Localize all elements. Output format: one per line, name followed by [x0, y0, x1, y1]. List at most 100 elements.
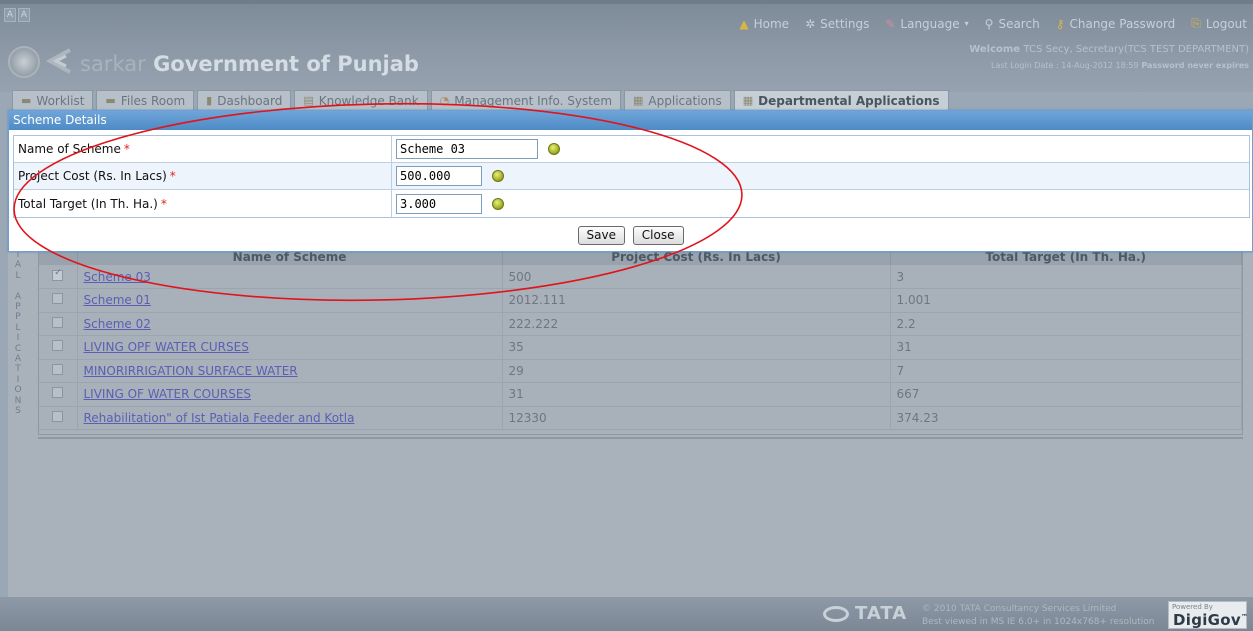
tab-departmental-applications[interactable]: ▦ Departmental Applications — [733, 90, 949, 110]
vertical-letter: P — [15, 312, 21, 323]
font-increase-button[interactable]: A — [18, 8, 30, 22]
scheme-form: Name of Scheme* Project Cost (Rs. In Lac… — [13, 135, 1250, 218]
vertical-letter: L — [15, 270, 21, 281]
tab-worklist[interactable]: ▬ Worklist — [12, 90, 94, 110]
font-decrease-button[interactable]: A — [4, 8, 16, 22]
best-viewed-text: Best viewed in MS IE 6.0+ in 1024x768+ r… — [922, 617, 1155, 627]
search-icon: ⚲ — [984, 16, 994, 31]
total-target-cell: 31 — [890, 335, 1242, 360]
scheme-name-link[interactable]: LIVING OF WATER COURSES — [84, 387, 252, 401]
main-tabs: ▬ Worklist ▬ Files Room ▮ Dashboard ▤ Knowle… — [12, 90, 949, 110]
state-emblem — [8, 46, 40, 78]
help-icon[interactable] — [492, 197, 504, 210]
project-cost-cell: 12330 — [502, 406, 891, 430]
table-row[interactable]: Scheme 02 222.222 2.2 — [39, 312, 1242, 336]
nav-search[interactable]: ⚲ Search — [985, 16, 1040, 31]
scheme-grid: Name of Scheme Project Cost (Rs. In Lacs… — [38, 247, 1243, 435]
tab-worklist-label: Worklist — [36, 93, 85, 108]
form-row-name: Name of Scheme * — [14, 136, 1249, 163]
chart-icon: ◔ — [439, 94, 450, 107]
vertical-letters: IAL APPLICATIONS — [10, 250, 26, 417]
project-cost-cell: 222.222 — [502, 312, 891, 336]
total-target-cell: 7 — [890, 359, 1242, 383]
table-row[interactable]: Rehabilitation" of Ist Patiala Feeder an… — [39, 406, 1242, 430]
form-row-target: Total Target (In Th. Ha.) * — [14, 190, 1249, 217]
row-checkbox[interactable] — [52, 268, 64, 281]
vertical-letter: C — [14, 343, 22, 354]
scheme-details-dialog: Scheme Details Name of Scheme* Project C… — [8, 110, 1253, 252]
scheme-name-link[interactable]: Scheme 01 — [84, 293, 151, 307]
row-checkbox[interactable] — [52, 340, 64, 352]
close-button[interactable]: Close — [632, 226, 684, 245]
brand-title: sarkar Government of Punjab — [80, 52, 419, 76]
last-login-info: Last Login Date : 14-Aug-2012 18:59 Pass… — [991, 61, 1249, 70]
project-cost-cell: 500 — [502, 265, 891, 289]
field-label-target-text: Total Target (In Th. Ha.) — [18, 196, 158, 211]
digigov-trademark: ™ — [1240, 613, 1249, 621]
welcome-label: Welcome — [969, 44, 1021, 55]
tab-dashboard-label: Dashboard — [217, 93, 283, 108]
project-cost-input[interactable] — [396, 166, 482, 186]
tab-knowledge-bank-label: Knowledge Bank — [318, 93, 419, 108]
tab-knowledge-bank[interactable]: ▤ Knowledge Bank — [294, 90, 428, 110]
table-row[interactable]: LIVING OPF WATER CURSES 35 31 — [39, 335, 1242, 360]
row-checkbox[interactable] — [52, 316, 64, 328]
table-row[interactable]: Scheme 01 2012.111 1.001 — [39, 288, 1242, 313]
field-label-cost-text: Project Cost (Rs. In Lacs) — [18, 169, 167, 183]
vertical-letter: N — [14, 395, 22, 406]
row-checkbox[interactable] — [52, 293, 64, 305]
nav-settings[interactable]: ✲ Settings — [805, 16, 869, 31]
top-navigation: ▲ Home ✲ Settings ✎ Language ▾ ⚲ Search ⚷ Chan… — [739, 16, 1247, 31]
table-row[interactable]: MINORIRRIGATION SURFACE WATER 29 7 — [39, 359, 1242, 383]
brand-government: Government of Punjab — [153, 52, 419, 76]
scheme-name-link[interactable]: Rehabilitation" of Ist Patiala Feeder an… — [84, 411, 355, 425]
tab-dashboard[interactable]: ▮ Dashboard — [197, 90, 292, 110]
brand-sarkar: sarkar — [80, 52, 146, 76]
scheme-name-input[interactable] — [396, 139, 538, 159]
row-checkbox[interactable] — [52, 387, 64, 399]
top-strip — [0, 0, 1253, 4]
nav-logout-label: Logout — [1205, 16, 1247, 31]
dashboard-icon: ▮ — [206, 94, 213, 107]
tab-mis[interactable]: ◔ Management Info. System — [430, 90, 622, 110]
help-icon[interactable] — [492, 170, 504, 182]
welcome-user: TCS Secy, Secretary(TCS TEST DEPARTMENT) — [1023, 44, 1249, 55]
nav-change-password-label: Change Password — [1069, 16, 1176, 31]
tab-files-room[interactable]: ▬ Files Room — [96, 90, 195, 110]
nav-home[interactable]: ▲ Home — [739, 16, 789, 31]
tab-files-room-label: Files Room — [120, 93, 186, 108]
nav-logout[interactable]: ⎘ Logout — [1191, 16, 1247, 31]
total-target-input[interactable] — [396, 193, 482, 214]
password-note: Password never expires — [1141, 61, 1249, 70]
nav-change-password[interactable]: ⚷ Change Password — [1056, 16, 1176, 31]
save-button[interactable]: Save — [577, 226, 625, 245]
help-icon[interactable] — [548, 143, 560, 155]
scheme-name-link[interactable]: LIVING OPF WATER CURSES — [84, 340, 249, 354]
nav-language[interactable]: ✎ Language ▾ — [885, 16, 968, 31]
vertical-letter: I — [16, 374, 20, 385]
vertical-letter: A — [14, 260, 22, 271]
home-icon: ▲ — [739, 16, 749, 31]
digigov-logo: DigiGov™ — [1173, 611, 1248, 629]
dialog-title[interactable]: Scheme Details — [9, 111, 1252, 130]
table-row[interactable]: LIVING OF WATER COURSES 31 667 — [39, 382, 1242, 407]
scheme-name-link[interactable]: MINORIRRIGATION SURFACE WATER — [84, 364, 298, 378]
files-icon: ▬ — [105, 94, 116, 107]
vertical-letter: T — [15, 364, 21, 375]
book-icon: ▤ — [303, 94, 314, 107]
row-checkbox[interactable] — [52, 363, 64, 375]
form-row-cost: Project Cost (Rs. In Lacs) * — [14, 163, 1249, 190]
row-checkbox-cell — [39, 265, 78, 289]
project-cost-cell: 31 — [502, 382, 891, 407]
vertical-letter: L — [15, 322, 21, 333]
grid-divider — [38, 437, 1243, 439]
scheme-name-link[interactable]: Scheme 02 — [84, 317, 151, 331]
row-checkbox[interactable] — [52, 410, 64, 422]
chevron-down-icon: ▾ — [964, 19, 969, 28]
scheme-name-link[interactable]: Scheme 03 — [84, 270, 151, 284]
vertical-letter: A — [14, 354, 22, 365]
language-icon: ✎ — [885, 16, 896, 31]
table-row[interactable]: Scheme 03 5003 — [39, 265, 1242, 289]
field-label-target: Total Target (In Th. Ha.) * — [14, 190, 392, 217]
tab-applications[interactable]: ▦ Applications — [624, 90, 731, 110]
